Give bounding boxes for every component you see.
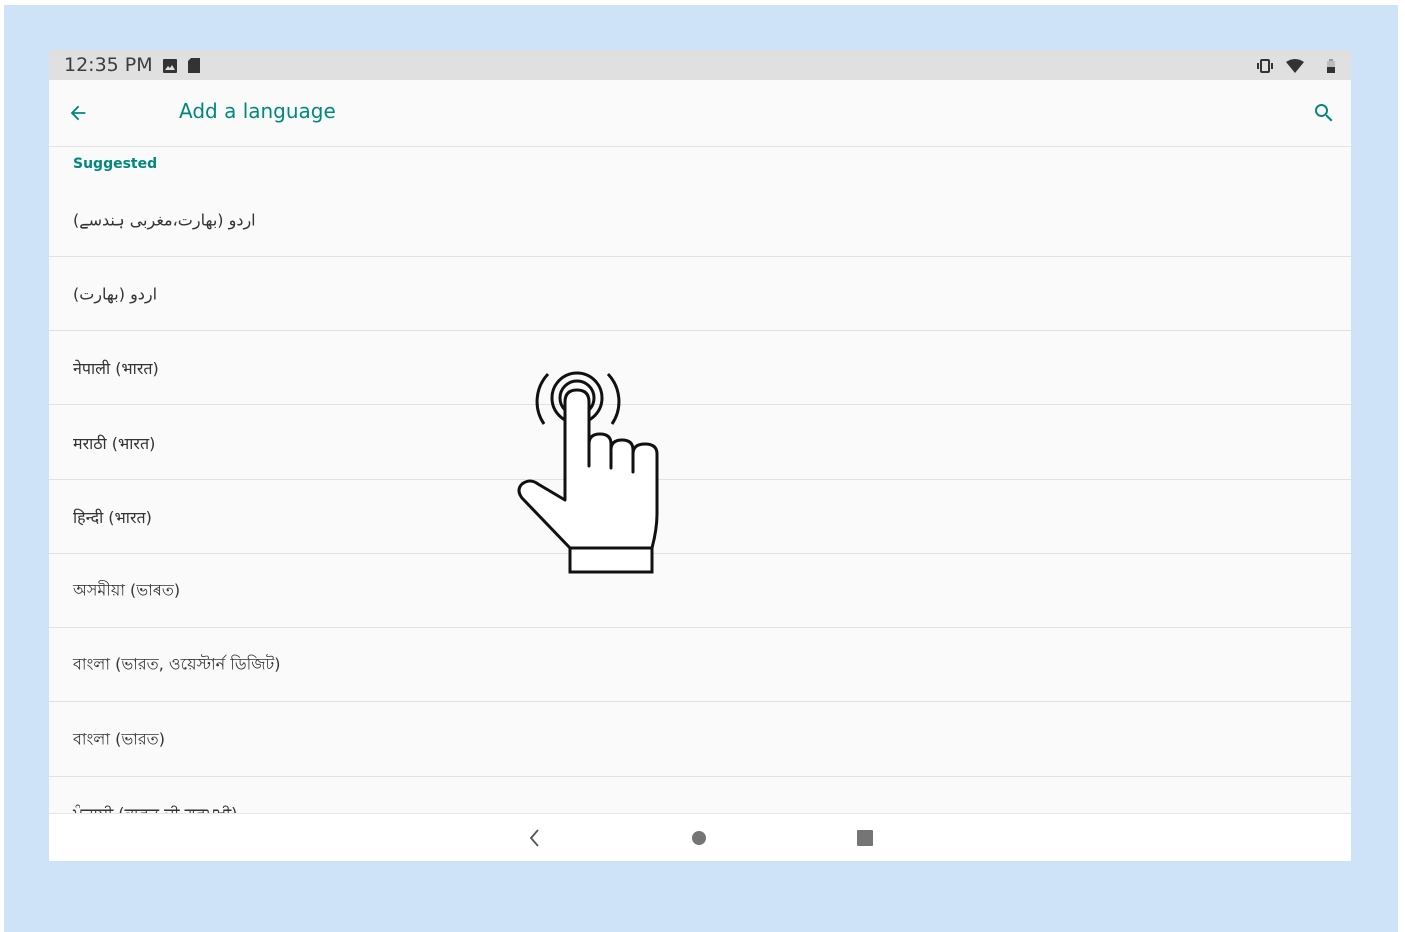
- language-label: বাংলা (ভারত): [73, 729, 165, 748]
- nav-home-icon: [692, 831, 706, 845]
- language-label: اردو (بھارت،مغربی ہندسے): [73, 210, 256, 229]
- language-item[interactable]: বাংলা (ভারত, ওয়েস্টার্ন ডিজিট): [49, 628, 1351, 702]
- status-bar: 12:35 PM: [49, 50, 1351, 80]
- language-item[interactable]: অসমীয়া (ভাৰত): [49, 554, 1351, 628]
- nav-recents-icon: [857, 830, 873, 846]
- back-button[interactable]: [63, 98, 93, 128]
- language-item[interactable]: नेपाली (भारत): [49, 331, 1351, 405]
- vibrate-icon: [1256, 58, 1274, 77]
- language-item[interactable]: ਪੰਜਾਬੀ (ਭਾਰਤ ਦੀ ਗੁਰਮੁਖੀ): [49, 777, 1351, 814]
- language-label: অসমীয়া (ভাৰত): [73, 580, 181, 599]
- search-icon: [1315, 104, 1333, 122]
- search-button[interactable]: [1309, 98, 1339, 128]
- status-time: 12:35 PM: [64, 54, 153, 76]
- language-item[interactable]: मराठी (भारत): [49, 406, 1351, 480]
- language-item[interactable]: हिन्दी (भारत): [49, 480, 1351, 554]
- language-label: اردو (بھارت): [73, 284, 158, 303]
- language-label: हिन्दी (भारत): [73, 507, 152, 527]
- language-label: ਪੰਜਾਬੀ (ਭਾਰਤ ਦੀ ਗੁਰਮੁਖੀ): [73, 803, 238, 814]
- tap-gesture-hand-icon: [517, 371, 659, 574]
- language-list[interactable]: Suggested اردو (بھارت،مغربی ہندسے) اردو …: [49, 147, 1351, 813]
- android-screen: 12:35 PM Add a language Suggested اردو (…: [49, 50, 1351, 861]
- sd-card-icon: [188, 58, 200, 77]
- navigation-bar: [49, 813, 1351, 861]
- language-item[interactable]: اردو (بھارت): [49, 257, 1351, 331]
- language-label: मराठी (भारत): [73, 433, 156, 453]
- battery-icon: [1327, 58, 1335, 77]
- arrow-back-icon: [70, 105, 86, 121]
- page-title: Add a language: [179, 99, 336, 123]
- section-header-suggested: Suggested: [73, 156, 158, 172]
- wifi-icon: [1286, 58, 1304, 77]
- language-label: नेपाली (भारत): [73, 358, 159, 378]
- nav-recents-button[interactable]: [851, 824, 879, 852]
- app-bar: Add a language: [49, 80, 1351, 147]
- nav-back-button[interactable]: [521, 824, 549, 852]
- language-label: বাংলা (ভারত, ওয়েস্টার্ন ডিজিট): [73, 654, 281, 673]
- language-item[interactable]: বাংলা (ভারত): [49, 703, 1351, 777]
- nav-back-icon: [529, 829, 539, 847]
- nav-home-button[interactable]: [685, 824, 713, 852]
- language-item[interactable]: اردو (بھارت،مغربی ہندسے): [49, 183, 1351, 257]
- image-icon: [163, 58, 177, 77]
